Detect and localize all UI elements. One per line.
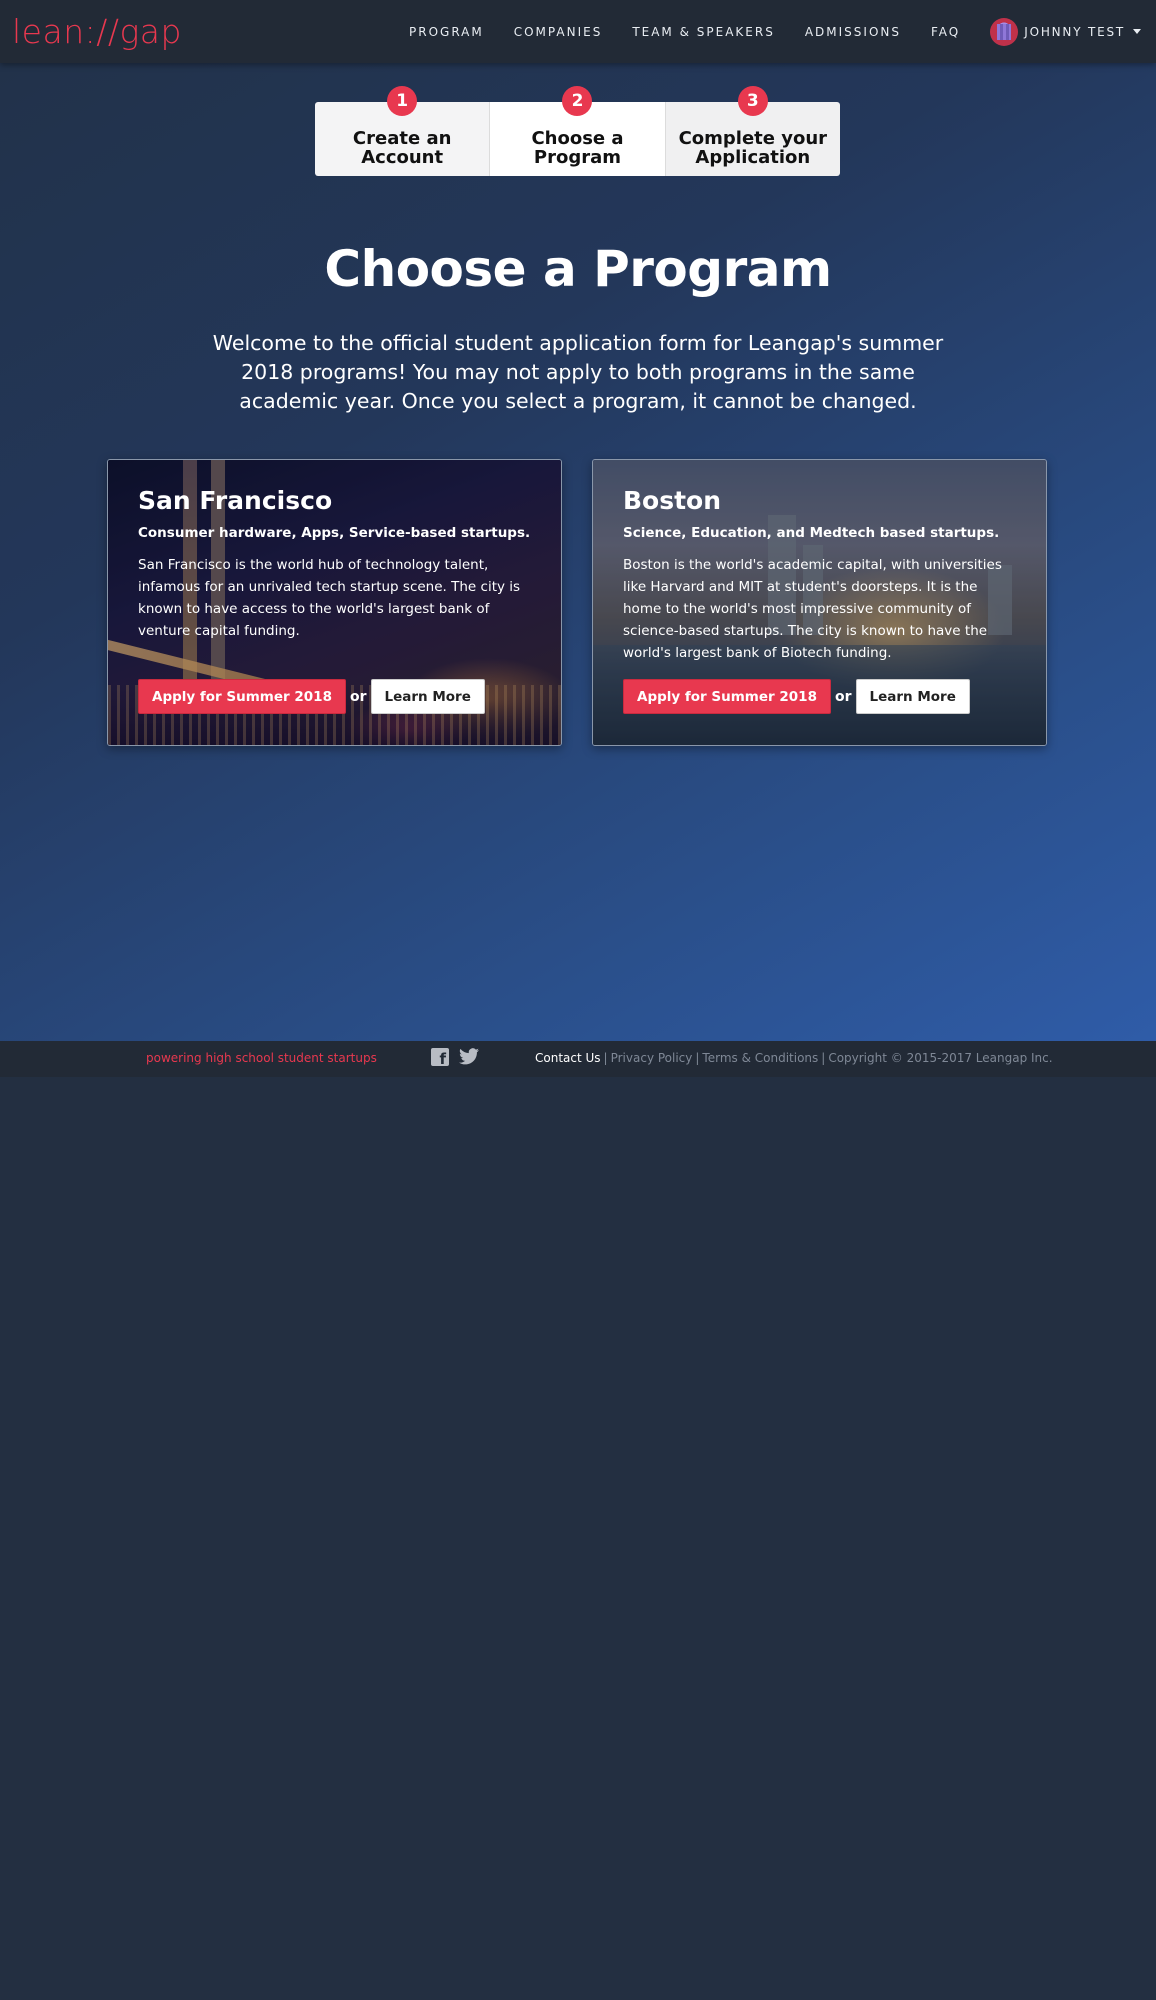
footer-links: Contact Us | Privacy Policy | Terms & Condit…	[535, 1051, 1053, 1065]
step-create-account: 1 Create an Account	[315, 86, 491, 176]
nav-companies[interactable]: COMPANIES	[514, 25, 603, 39]
copyright-text: Copyright © 2015-2017 Leangap Inc.	[828, 1051, 1053, 1065]
nav-admissions[interactable]: ADMISSIONS	[805, 25, 901, 39]
progress-steps: 1 Create an Account 2 Choose a Program 3…	[315, 86, 840, 176]
learn-more-button[interactable]: Learn More	[855, 679, 970, 714]
program-description: San Francisco is the world hub of techno…	[138, 557, 521, 639]
page-title: Choose a Program	[324, 240, 832, 298]
step-label: Create an Account	[353, 111, 451, 167]
footer: powering high school student startups Co…	[0, 1041, 1156, 1077]
user-menu[interactable]: JOHNNY TEST	[990, 17, 1141, 46]
program-tagline: Consumer hardware, Apps, Service-based s…	[138, 525, 531, 541]
facebook-icon[interactable]	[431, 1048, 449, 1068]
step-label-line: Program	[533, 147, 622, 168]
program-description: Boston is the world's academic capital, …	[623, 557, 1002, 661]
learn-more-button[interactable]: Learn More	[370, 679, 485, 714]
apply-button[interactable]: Apply for Summer 2018	[138, 679, 346, 714]
caret-down-icon	[1133, 29, 1141, 34]
or-label: or	[834, 688, 852, 705]
footer-separator: |	[695, 1051, 700, 1065]
step-label-line: Account	[361, 147, 444, 168]
step-label-line: Application	[695, 147, 811, 168]
step-number: 1	[387, 86, 418, 116]
step-label-line: Choose a	[531, 128, 624, 149]
program-title: Boston	[623, 486, 722, 515]
program-card-san-francisco: San Francisco Consumer hardware, Apps, S…	[107, 459, 562, 746]
nav-faq[interactable]: FAQ	[931, 25, 960, 39]
twitter-icon[interactable]	[459, 1048, 479, 1066]
top-navbar: lean://gap PROGRAM COMPANIES TEAM & SPEA…	[0, 0, 1156, 63]
site-logo[interactable]: lean://gap	[12, 12, 182, 52]
step-label: Choose a Program	[531, 111, 623, 167]
card-actions: Apply for Summer 2018 or Learn More	[623, 679, 970, 714]
program-tagline: Science, Education, and Medtech based st…	[623, 525, 1000, 541]
intro-text: Welcome to the official student applicat…	[212, 331, 944, 413]
footer-separator: |	[603, 1051, 608, 1065]
apply-button[interactable]: Apply for Summer 2018	[623, 679, 831, 714]
contact-us-link[interactable]: Contact Us	[535, 1051, 601, 1065]
privacy-policy-link[interactable]: Privacy Policy	[611, 1051, 693, 1065]
program-title: San Francisco	[138, 486, 333, 515]
terms-link[interactable]: Terms & Conditions	[702, 1051, 818, 1065]
nav-links: PROGRAM COMPANIES TEAM & SPEAKERS ADMISS…	[409, 0, 1156, 63]
step-choose-program: 2 Choose a Program	[490, 86, 666, 176]
step-label-line: Complete your	[678, 128, 828, 149]
footer-separator: |	[821, 1051, 826, 1065]
step-number: 2	[562, 86, 593, 116]
step-number: 3	[737, 86, 768, 116]
card-body: Boston Science, Education, and Medtech b…	[623, 486, 1016, 664]
step-label-line: Create an	[352, 128, 452, 149]
nav-program[interactable]: PROGRAM	[409, 25, 484, 39]
step-complete-application: 3 Complete your Application	[665, 86, 840, 176]
footer-tagline: powering high school student startups	[146, 1051, 377, 1065]
or-label: or	[349, 688, 367, 705]
nav-team-speakers[interactable]: TEAM & SPEAKERS	[632, 25, 775, 39]
step-label: Complete your Application	[679, 111, 827, 167]
social-links	[431, 1048, 479, 1068]
card-actions: Apply for Summer 2018 or Learn More	[138, 679, 485, 714]
user-name: JOHNNY TEST	[1024, 24, 1125, 39]
program-card-boston: Boston Science, Education, and Medtech b…	[592, 459, 1047, 746]
avatar	[990, 17, 1019, 46]
card-body: San Francisco Consumer hardware, Apps, S…	[138, 486, 531, 642]
